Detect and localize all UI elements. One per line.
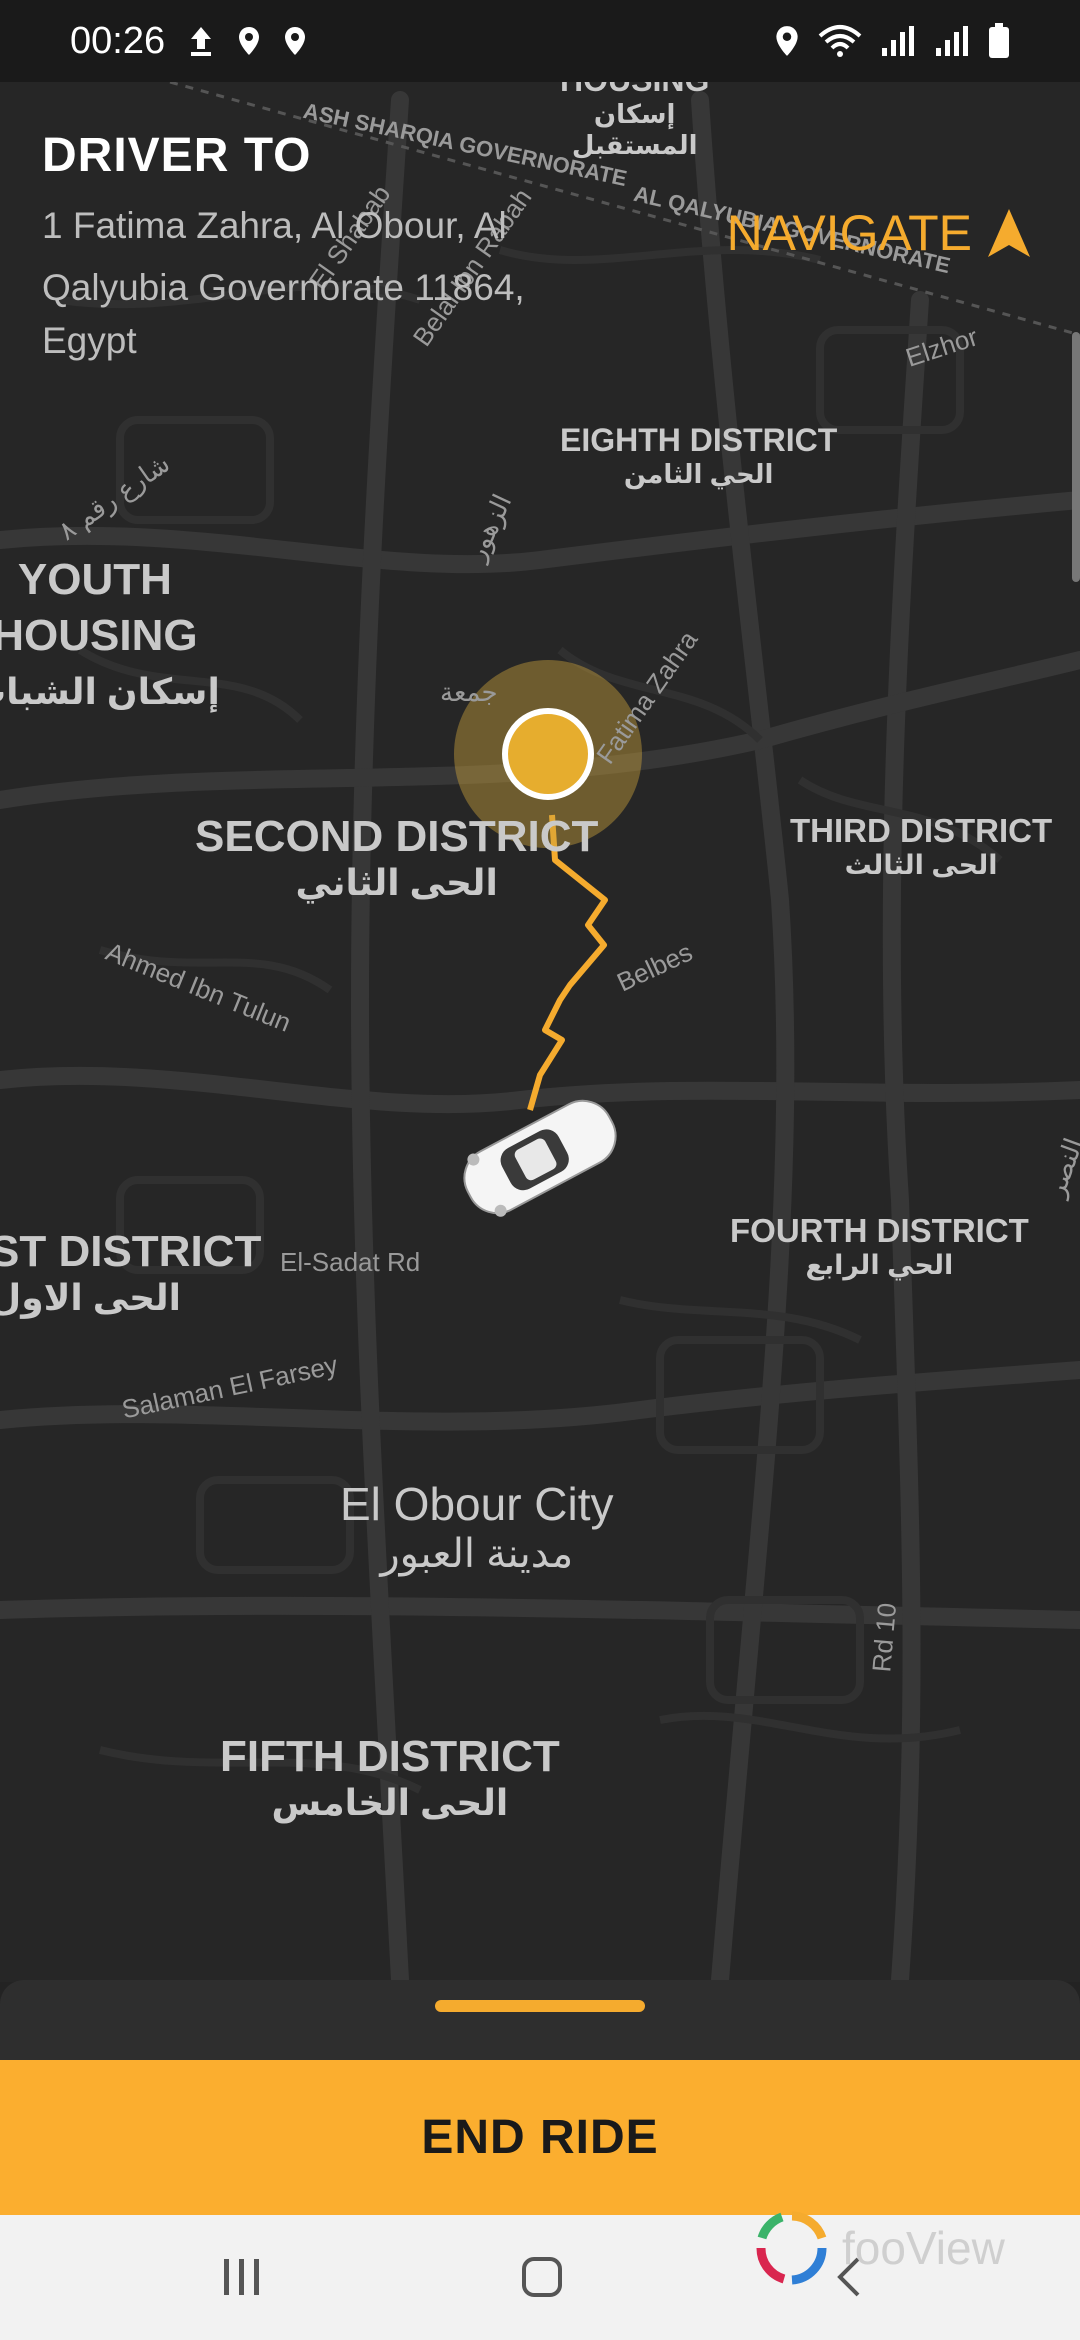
street-rd10: Rd 10 (866, 1601, 903, 1674)
signal-icon (882, 26, 914, 56)
district-label-second: SECOND DISTRICT الحى الثاني (195, 812, 599, 903)
navigation-arrow-icon (988, 209, 1030, 257)
street-gomaa: جمعة (440, 677, 498, 707)
street-sadat: El-Sadat Rd (280, 1247, 421, 1277)
destination-header: DRIVER TO 1 Fatima Zahra, Al Obour, Al Q… (42, 128, 602, 363)
navigate-button[interactable]: NAVIGATE (727, 204, 1032, 262)
bottom-sheet[interactable] (0, 1980, 1080, 2060)
recent-apps-icon[interactable] (220, 2255, 264, 2299)
district-label-first: ST DISTRICT الحى الاول (0, 1227, 262, 1318)
city-label: El Obour City مدينة العبور (340, 1478, 614, 1576)
location-icon-2 (285, 27, 306, 55)
district-label-eighth: EIGHTH DISTRICT الحي الثامن (560, 422, 838, 489)
end-ride-button[interactable]: END RIDE (0, 2060, 1080, 2215)
signal-icon-2 (936, 26, 968, 56)
district-label-fourth: FOURTH DISTRICT الحي الرابع (730, 1212, 1029, 1280)
home-icon[interactable] (520, 2255, 564, 2299)
map-view[interactable]: HOUSING إسكان المستقبل EIGHTH DISTRICT ا… (0, 82, 1080, 1982)
watermark-text: fooView (842, 2222, 1005, 2274)
district-label-youth: YOUTH HOUSING إسكان الشباب (0, 555, 220, 712)
header-title: DRIVER TO (42, 129, 312, 182)
destination-address: 1 Fatima Zahra, Al Obour, Al Qalyubia Go… (42, 205, 525, 361)
sheet-handle[interactable] (435, 2000, 645, 2012)
wifi-icon (818, 25, 862, 57)
fooview-watermark: fooView (752, 2208, 1005, 2288)
battery-icon (989, 23, 1009, 58)
navigate-label: NAVIGATE (726, 205, 972, 261)
fooview-logo-icon (756, 2211, 827, 2285)
district-label-third: THIRD DISTRICT الحى الثالث (790, 812, 1053, 880)
car-icon (463, 1099, 617, 1217)
status-time: 00:26 (70, 19, 166, 62)
status-right (774, 23, 1010, 59)
location-icon (239, 27, 260, 55)
location-icon-3 (776, 26, 798, 56)
status-left: 00:26 (70, 20, 307, 63)
destination-pin (502, 708, 594, 800)
status-bar: 00:26 (0, 0, 1080, 82)
map-scroll-indicator[interactable] (1072, 332, 1080, 582)
district-label-fifth: FIFTH DISTRICT الحى الخامس (220, 1732, 560, 1823)
upload-icon (191, 27, 212, 56)
